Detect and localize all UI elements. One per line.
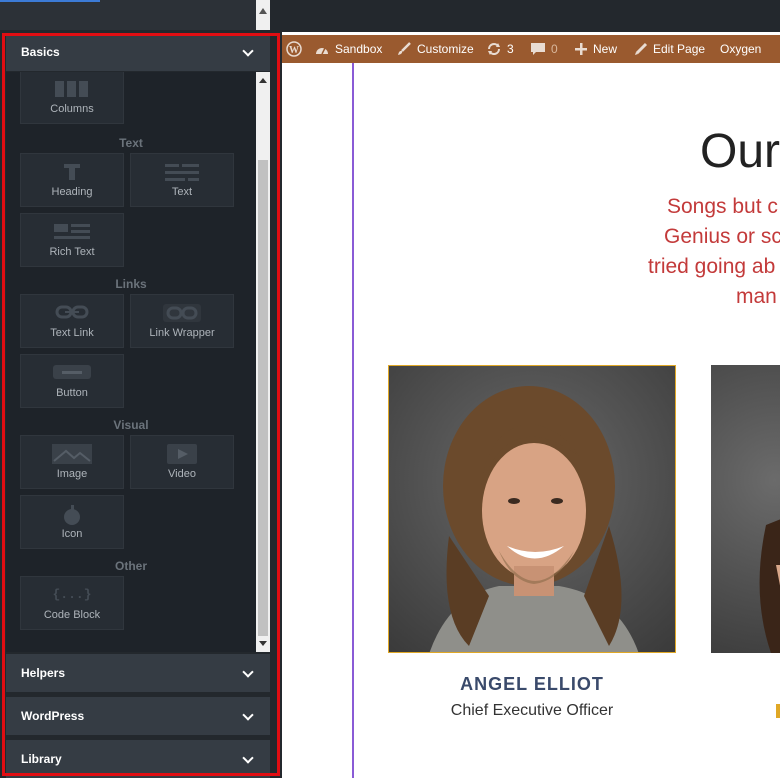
element-columns-label: Columns (50, 103, 94, 115)
element-image-label: Image (56, 468, 88, 480)
element-columns[interactable]: Columns (20, 72, 124, 124)
active-tab-indicator (0, 0, 100, 2)
comments-link[interactable]: 0 (530, 35, 558, 63)
subtitle-line: man (736, 285, 777, 308)
oxygen-link[interactable]: Oxygen (720, 35, 761, 63)
person-portrait-image (759, 519, 780, 653)
code-braces-icon: {...} (52, 587, 92, 602)
category-text: Text (119, 136, 143, 150)
subtitle-line: Songs but c (667, 195, 778, 218)
wp-admin-bar: W Sandbox Customize 3 0 New Edit Page Ox… (282, 35, 780, 63)
element-icon[interactable]: Icon (20, 495, 124, 549)
video-play-icon (167, 444, 197, 464)
accordion-helpers-label: Helpers (21, 666, 66, 680)
element-heading[interactable]: Heading (20, 153, 124, 207)
text-lines-icon (165, 164, 199, 181)
chevron-down-icon[interactable] (242, 45, 254, 57)
team-member-role: Chief Executive Officer (450, 702, 614, 719)
chevron-down-icon[interactable] (242, 709, 254, 721)
updates-count: 3 (507, 42, 514, 56)
element-heading-label: Heading (51, 186, 93, 198)
new-content-link[interactable]: New (574, 35, 617, 63)
comment-bubble-icon (531, 43, 545, 55)
elements-scrollbar[interactable] (256, 72, 270, 652)
element-link-wrapper[interactable]: Link Wrapper (130, 294, 234, 348)
panel-top-bar (0, 0, 256, 30)
scrollbar-thumb[interactable] (258, 160, 268, 636)
accordion-basics-label: Basics (21, 45, 60, 59)
updates-refresh-icon (488, 43, 500, 55)
element-text-label: Text (171, 186, 193, 198)
scroll-up-arrow-icon[interactable] (259, 8, 267, 14)
element-text[interactable]: Text (130, 153, 234, 207)
team-member-name: ANGEL ELLIOT (460, 674, 604, 694)
subtitle-line: Genius or sc (664, 225, 780, 248)
dashboard-gauge-icon (316, 47, 328, 55)
canvas-guide-line (352, 63, 354, 778)
button-icon (53, 365, 91, 379)
category-visual: Visual (113, 418, 149, 432)
element-button-label: Button (56, 387, 88, 399)
element-code-block[interactable]: {...} Code Block (20, 576, 124, 630)
plus-icon (575, 43, 587, 55)
edit-page-link[interactable]: Edit Page (634, 35, 705, 63)
paintbrush-icon (398, 42, 411, 55)
subtitle-line: tried going ab (648, 255, 776, 278)
element-text-link-label: Text Link (50, 327, 94, 339)
wordpress-logo-icon: W (286, 41, 302, 57)
element-image[interactable]: Image (20, 435, 124, 489)
category-other: Other (114, 559, 147, 573)
link-icon (55, 305, 89, 319)
accordion-helpers[interactable]: Helpers (6, 654, 270, 692)
accordion-library-label: Library (21, 752, 62, 766)
oxygen-label: Oxygen (720, 42, 762, 56)
customize-link[interactable]: Customize (396, 35, 474, 63)
element-link-wrapper-label: Link Wrapper (149, 327, 215, 339)
accordion-wordpress[interactable]: WordPress (6, 697, 270, 735)
site-name-label: Sandbox (335, 42, 383, 56)
new-label: New (593, 42, 618, 56)
element-rich-text[interactable]: Rich Text (20, 213, 124, 267)
heading-icon (64, 164, 80, 180)
page-heading: Our (700, 125, 780, 178)
scroll-up-arrow-icon[interactable] (259, 78, 267, 83)
chevron-down-icon[interactable] (242, 666, 254, 678)
element-text-link[interactable]: Text Link (20, 294, 124, 348)
top-scrollbar[interactable] (256, 0, 270, 30)
apple-icon (64, 505, 80, 525)
accordion-wordpress-label: WordPress (21, 709, 85, 723)
accordion-library[interactable]: Library (6, 740, 270, 778)
team-member-photo (711, 365, 780, 653)
site-name-link[interactable]: Sandbox (314, 35, 382, 63)
person-portrait-image (429, 386, 639, 652)
element-video[interactable]: Video (130, 435, 234, 489)
svg-text:W: W (289, 45, 299, 56)
team-member-name-fragment (776, 704, 780, 718)
element-code-block-label: Code Block (43, 609, 101, 621)
rich-text-icon (54, 224, 90, 239)
accordion-basics[interactable]: Basics (6, 33, 270, 71)
editor-top-bar (282, 0, 780, 32)
category-links: Links (115, 277, 147, 291)
edit-page-label: Edit Page (653, 42, 706, 56)
chevron-down-icon[interactable] (242, 752, 254, 764)
element-video-label: Video (168, 468, 196, 480)
scroll-down-arrow-icon[interactable] (259, 641, 267, 646)
link-wrapper-icon (163, 304, 201, 322)
element-rich-text-label: Rich Text (49, 246, 95, 258)
customize-label: Customize (417, 42, 474, 56)
team-member-photo (388, 365, 676, 653)
basics-elements-list: Columns Text Heading Text Rich Text Link… (6, 72, 256, 652)
updates-link[interactable]: 3 (486, 35, 514, 63)
panel-gutter (270, 0, 282, 778)
comments-count: 0 (551, 42, 558, 56)
image-icon (52, 444, 92, 464)
element-icon-label: Icon (61, 528, 83, 540)
element-button[interactable]: Button (20, 354, 124, 408)
pencil-icon (635, 42, 648, 55)
columns-icon (55, 81, 88, 97)
wordpress-logo-button[interactable]: W (286, 35, 302, 63)
